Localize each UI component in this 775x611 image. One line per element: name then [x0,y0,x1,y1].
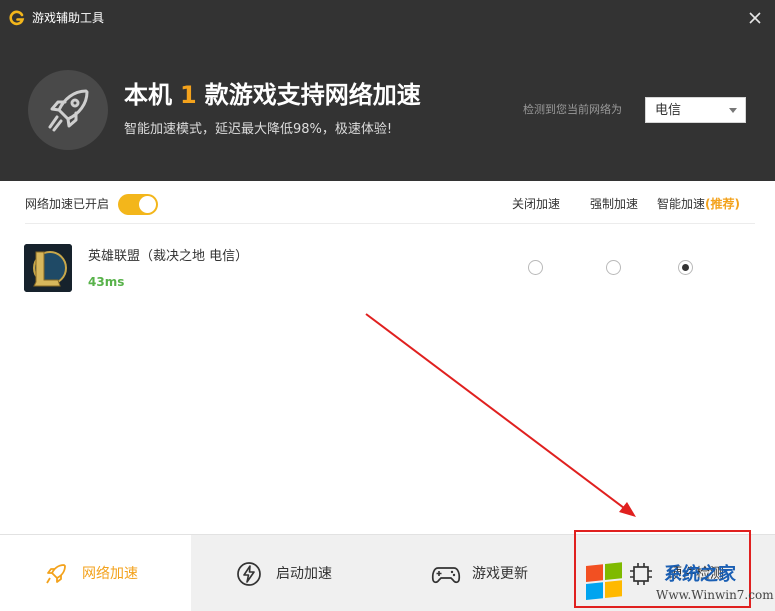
lightning-icon [237,562,261,586]
game-count: 1 [180,81,197,109]
acceleration-status-label: 网络加速已开启 [25,197,110,211]
hero-title-prefix: 本机 [124,81,172,109]
rocket-icon [28,70,108,150]
tab-label: 游戏更新 [472,566,528,582]
game-name: 英雄联盟（裁决之地 电信） [88,249,249,264]
hero-subtitle: 智能加速模式，延迟最大降低98%，极速体验! [124,122,393,137]
tab-label: 启动加速 [276,566,332,582]
tab-network-acceleration[interactable]: 网络加速 [0,535,191,611]
rocket-icon [46,564,66,584]
g-logo-icon [9,10,25,26]
tab-game-update[interactable]: 游戏更新 [385,535,574,611]
watermark-url: Www.Winwin7.com [656,588,774,602]
close-icon[interactable] [748,11,762,25]
window-title: 游戏辅助工具 [32,11,105,25]
column-smart-label: 智能加速 [657,197,706,211]
tab-label: 网络加速 [82,566,138,582]
gamepad-icon [431,567,461,584]
column-smart: 智能加速(推荐) [657,196,740,212]
acceleration-toggle[interactable] [118,194,158,215]
game-ping: 43ms [88,275,125,289]
radio-smart[interactable] [678,260,693,275]
network-select-value: 电信 [655,103,682,118]
divider [25,223,755,224]
toggle-knob [139,196,156,213]
title-bar[interactable]: 游戏辅助工具 [0,0,775,36]
watermark-site-name: 系统之家 [664,564,736,585]
recommended-badge: (推荐) [705,197,740,211]
hero-title-suffix: 款游戏支持网络加速 [204,81,421,109]
radio-off[interactable] [528,260,543,275]
radio-force[interactable] [606,260,621,275]
hero-title: 本机 1 款游戏支持网络加速 [124,80,421,110]
column-force: 强制加速 [590,197,639,211]
network-select[interactable]: 电信 [645,97,746,123]
column-off: 关闭加速 [512,197,561,211]
chevron-down-icon [729,108,737,113]
tab-launch-acceleration[interactable]: 启动加速 [191,535,385,611]
header: 游戏辅助工具 本机 1 款游戏支持网络加速 智能加速模式，延迟最大降低98%，极速体… [0,0,775,181]
network-label: 检测到您当前网络为 [523,103,622,116]
league-of-legends-icon [24,244,72,292]
